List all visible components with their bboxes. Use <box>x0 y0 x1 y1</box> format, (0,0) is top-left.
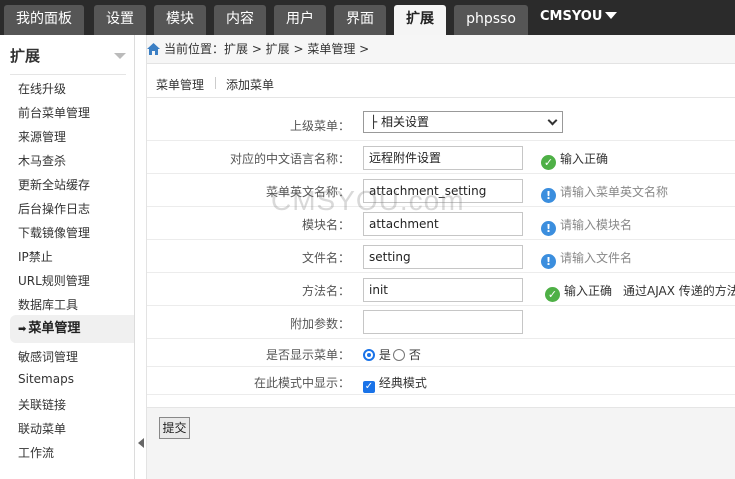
sidebar-item-sensitive-words[interactable]: 敏感词管理 <box>18 348 78 365</box>
form-row-file: 文件名： setting ! 请输入文件名 <box>147 240 735 273</box>
divider <box>10 74 126 75</box>
params-label: 附加参数： <box>289 317 350 331</box>
checkbox-checked-icon[interactable]: ✓ <box>363 381 375 393</box>
sidebar-item-label: 菜单管理 <box>28 321 81 336</box>
breadcrumb: 当前位置：扩展 > 扩展 > 菜单管理 > <box>147 35 735 64</box>
sidebar-item-trojan-scan[interactable]: 木马查杀 <box>18 152 66 169</box>
form-row-mode-show: 在此模式中显示： ✓ 经典模式 <box>147 367 735 395</box>
cn-name-tip: ✓ 输入正确 <box>541 150 608 170</box>
method-tip-text: 输入正确 <box>564 284 613 298</box>
sidebar-item-update-cache[interactable]: 更新全站缓存 <box>18 176 90 193</box>
brand-menu[interactable]: CMSYOU <box>540 9 618 24</box>
tab-interface[interactable]: 界面 <box>334 5 386 35</box>
sidebar-item-front-menu[interactable]: 前台菜单管理 <box>18 104 90 121</box>
sidebar-item-linkage-menu[interactable]: 联动菜单 <box>18 420 66 437</box>
file-tip-text: 请输入文件名 <box>560 251 633 265</box>
parent-menu-label: 上级菜单： <box>289 119 350 133</box>
cn-name-tip-text: 输入正确 <box>560 152 609 166</box>
sidebar-item-ip-ban[interactable]: IP禁止 <box>18 248 53 265</box>
form-row-method: 方法名： init ✓ 输入正确 通过AJAX 传递的方法 <box>147 273 735 306</box>
params-input[interactable] <box>363 310 523 334</box>
info-icon: ! <box>541 188 556 203</box>
module-input[interactable]: attachment <box>363 212 523 236</box>
en-name-tip-text: 请输入菜单英文名称 <box>560 185 669 199</box>
form-row-en-name: 菜单英文名称： attachment_setting ! 请输入菜单英文名称 <box>147 174 735 207</box>
sub-tabs: 菜单管理 添加菜单 <box>147 64 735 98</box>
form-row-params: 附加参数： <box>147 306 735 339</box>
sidebar-item-workflow[interactable]: 工作流 <box>18 444 54 461</box>
info-icon: ! <box>541 254 556 269</box>
sidebar-collapse-bar[interactable] <box>135 35 147 479</box>
tab-modules[interactable]: 模块 <box>154 5 206 35</box>
main-content: 当前位置：扩展 > 扩展 > 菜单管理 > 菜单管理 添加菜单 上级菜单： ├ … <box>147 35 735 479</box>
module-label: 模块名： <box>301 218 350 232</box>
en-name-input[interactable]: attachment_setting <box>363 179 523 203</box>
method-tip: ✓ 输入正确 <box>545 282 612 302</box>
check-circle-icon: ✓ <box>541 155 556 170</box>
collapse-left-icon <box>138 438 144 448</box>
tab-add-menu[interactable]: 添加菜单 <box>226 76 274 93</box>
file-tip: ! 请输入文件名 <box>541 249 632 269</box>
module-tip-text: 请输入模块名 <box>560 218 633 232</box>
sidebar: 扩展 在线升级 前台菜单管理 来源管理 木马查杀 更新全站缓存 后台操作日志 下… <box>0 35 135 479</box>
form-footer: 提交 <box>147 407 735 479</box>
cn-name-label: 对应的中文语言名称： <box>229 152 350 166</box>
method-input[interactable]: init <box>363 278 523 302</box>
sidebar-item-url-rules[interactable]: URL规则管理 <box>18 272 90 289</box>
show-menu-yes-option[interactable]: 是 <box>363 346 391 363</box>
sidebar-item-menu-manage[interactable]: ➡ 菜单管理 <box>10 315 134 343</box>
form-row-parent-menu: 上级菜单： ├ 相关设置 <box>147 108 735 141</box>
home-icon[interactable] <box>147 43 160 55</box>
divider <box>215 77 216 89</box>
tab-menu-manage[interactable]: 菜单管理 <box>156 76 204 93</box>
check-circle-icon: ✓ <box>545 287 560 302</box>
en-name-tip: ! 请输入菜单英文名称 <box>541 183 668 203</box>
show-menu-no-option[interactable]: 否 <box>393 346 421 363</box>
radio-yes[interactable] <box>363 349 375 361</box>
cn-name-input[interactable]: 远程附件设置 <box>363 146 523 170</box>
top-navigation-bar: 我的面板 设置 模块 内容 用户 界面 扩展 phpsso CMSYOU <box>0 0 735 35</box>
sidebar-item-database[interactable]: 数据库工具 <box>18 296 78 313</box>
tab-extend[interactable]: 扩展 <box>394 5 446 35</box>
radio-no-label: 否 <box>408 348 421 362</box>
breadcrumb-text: 当前位置：扩展 > 扩展 > 菜单管理 > <box>164 42 370 56</box>
method-note: 通过AJAX 传递的方法 <box>623 284 735 298</box>
sidebar-item-source[interactable]: 来源管理 <box>18 128 66 145</box>
classic-mode-label: 经典模式 <box>378 376 427 390</box>
submit-button[interactable]: 提交 <box>159 417 190 439</box>
brand-name: CMSYOU <box>540 9 603 24</box>
form-row-cn-name: 对应的中文语言名称： 远程附件设置 ✓ 输入正确 <box>147 141 735 174</box>
sidebar-title-text: 扩展 <box>10 47 41 65</box>
classic-mode-option[interactable]: ✓ 经典模式 <box>363 374 427 393</box>
chevron-down-icon <box>547 115 558 126</box>
form-row-module: 模块名： attachment ! 请输入模块名 <box>147 207 735 240</box>
file-input[interactable]: setting <box>363 245 523 269</box>
arrow-right-icon: ➡ <box>18 324 27 335</box>
file-label: 文件名： <box>301 251 350 265</box>
radio-no[interactable] <box>393 349 405 361</box>
method-label: 方法名： <box>301 284 350 298</box>
tab-users[interactable]: 用户 <box>274 5 326 35</box>
show-menu-label: 是否显示菜单： <box>265 348 350 362</box>
sidebar-item-online-upgrade[interactable]: 在线升级 <box>18 80 66 97</box>
sidebar-item-admin-log[interactable]: 后台操作日志 <box>18 200 90 217</box>
module-tip: ! 请输入模块名 <box>541 216 632 236</box>
sidebar-item-sitemaps[interactable]: Sitemaps <box>18 372 74 386</box>
parent-menu-value: ├ 相关设置 <box>370 115 430 129</box>
radio-yes-label: 是 <box>378 348 391 362</box>
parent-menu-select[interactable]: ├ 相关设置 <box>363 111 563 133</box>
sidebar-item-related-links[interactable]: 关联链接 <box>18 396 66 413</box>
tab-my-panel[interactable]: 我的面板 <box>4 5 84 35</box>
sidebar-item-mirror[interactable]: 下载镜像管理 <box>18 224 90 241</box>
mode-show-label: 在此模式中显示： <box>253 376 350 390</box>
info-icon: ! <box>541 221 556 236</box>
form-row-show-menu: 是否显示菜单： 是 否 <box>147 339 735 367</box>
sidebar-title[interactable]: 扩展 <box>0 35 134 75</box>
caret-down-icon <box>605 12 618 19</box>
tab-phpsso[interactable]: phpsso <box>454 5 528 35</box>
tab-content[interactable]: 内容 <box>214 5 266 35</box>
tab-settings[interactable]: 设置 <box>94 5 146 35</box>
collapse-arrow-icon <box>114 53 126 59</box>
en-name-label: 菜单英文名称： <box>265 185 350 199</box>
